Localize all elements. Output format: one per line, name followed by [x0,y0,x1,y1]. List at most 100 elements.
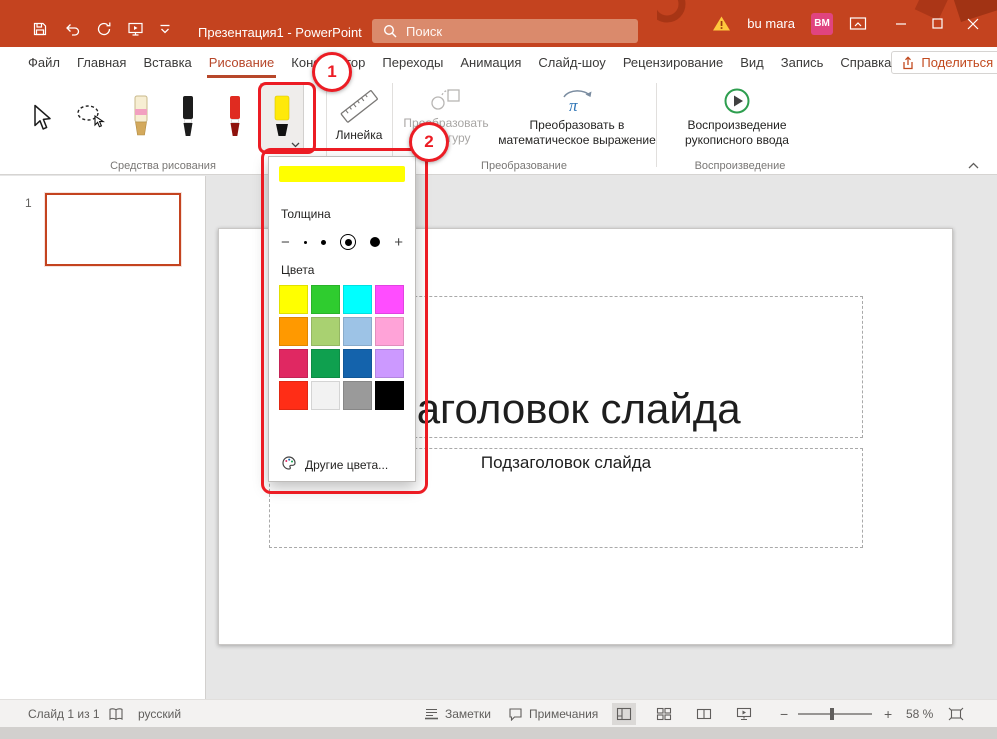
language-indicator[interactable]: русский [138,707,181,721]
slide-thumbnail[interactable] [45,193,181,266]
color-swatch[interactable] [375,349,404,378]
tab-запись[interactable]: Запись [781,47,824,78]
notes-toggle[interactable]: Заметки [424,707,491,721]
maximize-button[interactable] [919,0,955,47]
color-swatch[interactable] [279,285,308,314]
color-swatch[interactable] [343,349,372,378]
more-colors-button[interactable]: Другие цвета... [281,455,388,474]
color-swatch[interactable] [343,285,372,314]
tab-рисование[interactable]: Рисование [206,47,277,78]
slide-number: 1 [25,196,32,210]
search-icon [383,24,397,38]
avatar[interactable]: ВМ [811,12,833,35]
color-swatch[interactable] [343,381,372,410]
window-controls [883,0,991,47]
ruler-icon [338,86,380,126]
color-swatch[interactable] [311,317,340,346]
tab-файл[interactable]: Файл [28,47,60,78]
color-swatch[interactable] [343,317,372,346]
comments-toggle[interactable]: Примечания [508,707,598,721]
color-grid [279,285,407,410]
thickness-decrease-button[interactable]: − [281,235,290,250]
powerpoint-window: Презентация1 - PowerPoint Поиск bu mara … [0,0,997,739]
tab-рецензирование[interactable]: Рецензирование [623,47,723,78]
annotation-step-2: 2 [409,122,449,162]
thickness-label: Толщина [281,207,331,221]
close-button[interactable] [955,0,991,47]
color-swatch[interactable] [279,317,308,346]
search-label: Поиск [406,23,443,39]
zoom-slider-thumb[interactable] [830,707,834,720]
color-swatch[interactable] [311,285,340,314]
highlighter-dropdown-chevron[interactable] [291,142,300,148]
tab-вид[interactable]: Вид [740,47,764,78]
customize-qat-icon[interactable] [159,23,171,35]
thickness-option[interactable] [320,239,326,245]
thickness-option[interactable] [370,237,381,247]
annotation-step-1: 1 [312,52,352,92]
palette-icon [281,455,297,474]
thickness-option[interactable] [303,240,307,244]
pen-red-button[interactable] [214,84,256,150]
zoom-in-button[interactable]: + [884,706,892,722]
zoom-level[interactable]: 58 % [906,707,933,721]
ink-to-math-button[interactable]: π Преобразовать в математическое выражен… [496,82,658,156]
tab-справка[interactable]: Справка [840,47,891,78]
tab-переходы[interactable]: Переходы [382,47,443,78]
highlighter-button[interactable] [260,83,304,151]
normal-view-button[interactable] [612,702,636,725]
proofing-book-icon[interactable] [108,707,124,721]
save-icon[interactable] [32,21,48,37]
eraser-tool-button[interactable] [120,84,162,150]
group-divider [392,83,393,167]
zoom-slider[interactable] [798,707,872,720]
ink-to-math-label-line2: математическое выражение [498,133,656,147]
tab-главная[interactable]: Главная [77,47,126,78]
ribbon-tabs: ФайлГлавнаяВставкаРисованиеКонструкторПе… [0,47,891,78]
tab-вставка[interactable]: Вставка [143,47,191,78]
color-swatch[interactable] [279,381,308,410]
search-box[interactable]: Поиск [372,19,638,43]
zoom-out-button[interactable]: − [780,706,788,722]
reading-view-button[interactable] [692,703,716,725]
color-swatch[interactable] [375,381,404,410]
lasso-select-button[interactable] [68,84,112,150]
start-slideshow-icon[interactable] [127,21,144,37]
select-tool-button[interactable] [18,84,62,150]
collapse-ribbon-button[interactable] [968,162,979,169]
color-swatch[interactable] [279,349,308,378]
fit-slide-to-window-button[interactable] [948,707,964,721]
share-button[interactable]: Поделиться [891,51,997,74]
thickness-increase-button[interactable]: + [394,235,403,250]
color-swatch[interactable] [311,381,340,410]
undo-icon[interactable] [63,21,81,37]
pen-black-button[interactable] [167,84,209,150]
tabs-row: ФайлГлавнаяВставкаРисованиеКонструкторПе… [0,47,997,78]
tab-анимация[interactable]: Анимация [460,47,521,78]
ribbon-display-options-icon[interactable] [849,16,867,31]
slide-counter: Слайд 1 из 1 [28,706,100,721]
color-swatch[interactable] [375,285,404,314]
minimize-button[interactable] [883,0,919,47]
tab-слайд-шоу[interactable]: Слайд-шоу [538,47,605,78]
app-title: Презентация1 - PowerPoint [198,25,362,40]
comments-label: Примечания [529,706,599,721]
thickness-option[interactable] [340,234,357,250]
warning-icon[interactable] [712,15,731,32]
notes-label: Заметки [445,706,491,721]
ruler-button[interactable]: Линейка [330,82,388,156]
slide-thumbnails-panel: 1 [0,176,206,699]
slideshow-view-button[interactable] [732,703,756,725]
share-icon [901,55,915,70]
user-name[interactable]: bu mara [747,16,795,31]
slide-sorter-view-button[interactable] [652,703,676,725]
share-label: Поделиться [921,55,994,70]
ink-replay-button[interactable]: Воспроизведение рукописного ввода [662,82,812,156]
ink-to-math-icon: π [558,86,596,116]
ink-to-shape-icon [430,86,462,114]
color-swatch[interactable] [311,349,340,378]
ribbon: Линейка Преобразовать в фигуру π Преобра… [0,78,997,175]
group-label-replay: Воспроизведение [694,160,786,172]
color-swatch[interactable] [375,317,404,346]
redo-icon[interactable] [96,21,112,37]
